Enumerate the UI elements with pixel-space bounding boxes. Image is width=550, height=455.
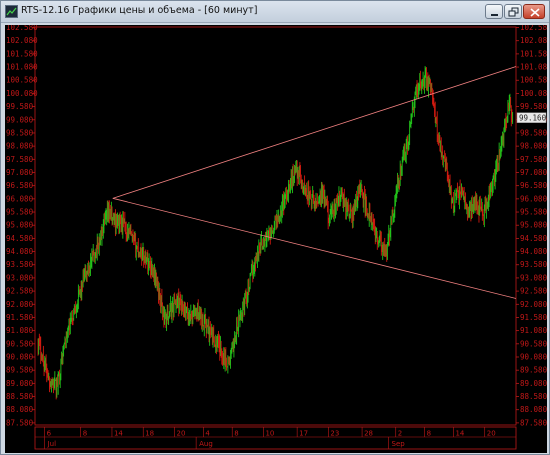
y-tick-label-right: 102.080 bbox=[520, 36, 547, 45]
x-axis-strip bbox=[34, 426, 517, 450]
y-tick-label-right: 94.580 bbox=[520, 234, 547, 243]
y-tick-label-left: 96.080 bbox=[6, 194, 34, 203]
y-tick-label-right: 98.080 bbox=[520, 142, 547, 151]
y-tick-label-right: 99.580 bbox=[520, 102, 547, 111]
y-tick-label-right: 88.580 bbox=[520, 392, 547, 401]
x-day-label: 20 bbox=[487, 430, 496, 438]
x-month-label: Sep bbox=[392, 440, 406, 448]
x-day-label: 4 bbox=[205, 430, 210, 438]
y-tick-label-right: 101.080 bbox=[520, 63, 547, 72]
y-tick-label-left: 87.580 bbox=[6, 418, 34, 427]
y-tick-label-left: 101.580 bbox=[6, 49, 38, 58]
minimize-button[interactable] bbox=[485, 4, 503, 19]
y-tick-label-right: 97.080 bbox=[520, 168, 547, 177]
y-tick-label-left: 99.080 bbox=[6, 115, 34, 124]
y-tick-label-left: 102.080 bbox=[6, 36, 38, 45]
y-tick-label-right: 98.580 bbox=[520, 128, 547, 137]
y-tick-label-left: 95.080 bbox=[6, 221, 34, 230]
y-tick-label-left: 92.080 bbox=[6, 300, 34, 309]
trend-line bbox=[112, 66, 517, 199]
y-tick-label-right: 90.580 bbox=[520, 339, 547, 348]
y-tick-label-right: 93.580 bbox=[520, 260, 547, 269]
x-month-label: Jul bbox=[47, 440, 57, 448]
y-tick-label-right: 96.580 bbox=[520, 181, 547, 190]
y-tick-label-left: 89.580 bbox=[6, 366, 34, 375]
y-tick-label-left: 98.580 bbox=[6, 128, 34, 137]
minimize-icon bbox=[491, 14, 498, 16]
x-day-label: 2 bbox=[398, 430, 402, 438]
x-day-label: 14 bbox=[455, 430, 464, 438]
y-tick-label-left: 99.580 bbox=[6, 102, 34, 111]
y-tick-label-left: 96.580 bbox=[6, 181, 34, 190]
y-tick-label-right: 90.080 bbox=[520, 352, 547, 361]
y-tick-label-left: 100.080 bbox=[6, 89, 38, 98]
y-tick-label-right: 91.580 bbox=[520, 313, 547, 322]
y-tick-label-left: 101.080 bbox=[6, 63, 38, 72]
y-tick-label-left: 89.080 bbox=[6, 379, 34, 388]
y-tick-label-right: 94.080 bbox=[520, 247, 547, 256]
chart-app-icon bbox=[5, 5, 18, 18]
close-button[interactable] bbox=[523, 4, 545, 19]
y-tick-label-right: 95.580 bbox=[520, 208, 547, 217]
x-day-label: 8 bbox=[234, 430, 238, 438]
y-tick-label-right: 95.080 bbox=[520, 221, 547, 230]
x-day-label: 17 bbox=[299, 430, 308, 438]
current-price-label: 99.160 bbox=[519, 114, 547, 123]
y-tick-label-right: 89.080 bbox=[520, 379, 547, 388]
close-icon bbox=[530, 8, 540, 17]
x-day-label: 28 bbox=[364, 430, 373, 438]
y-tick-label-right: 100.080 bbox=[520, 89, 547, 98]
y-tick-label-left: 97.080 bbox=[6, 168, 34, 177]
window-title: RTS-12.16 Графики цены и объема - [60 ми… bbox=[21, 5, 258, 16]
x-day-label: 10 bbox=[265, 430, 274, 438]
y-tick-label-right: 93.080 bbox=[520, 273, 547, 282]
y-tick-label-left: 94.080 bbox=[6, 247, 34, 256]
y-tick-label-right: 100.580 bbox=[520, 76, 547, 85]
y-tick-label-left: 98.080 bbox=[6, 142, 34, 151]
y-tick-label-right: 87.580 bbox=[520, 418, 547, 427]
price-chart[interactable]: 102.580 102.580 102.080 102.080 101.580 101.5… bbox=[5, 25, 547, 453]
x-day-label: 23 bbox=[330, 430, 339, 438]
y-tick-label-right: 101.580 bbox=[520, 49, 547, 58]
y-tick-label-left: 91.580 bbox=[6, 313, 34, 322]
y-tick-label-right: 92.580 bbox=[520, 287, 547, 296]
y-tick-label-left: 90.080 bbox=[6, 352, 34, 361]
y-tick-label-left: 88.580 bbox=[6, 392, 34, 401]
y-tick-label-left: 97.580 bbox=[6, 155, 34, 164]
y-tick-label-left: 100.580 bbox=[6, 76, 38, 85]
y-tick-label-right: 102.580 bbox=[520, 25, 547, 32]
y-tick-label-right: 97.580 bbox=[520, 155, 547, 164]
y-tick-label-left: 95.580 bbox=[6, 208, 34, 217]
y-tick-label-right: 88.080 bbox=[520, 405, 547, 414]
y-tick-label-right: 89.580 bbox=[520, 366, 547, 375]
x-month-label: Aug bbox=[199, 440, 213, 448]
x-day-label: 18 bbox=[145, 430, 154, 438]
x-day-label: 20 bbox=[176, 430, 185, 438]
y-tick-label-right: 92.080 bbox=[520, 300, 547, 309]
trend-line bbox=[112, 197, 517, 299]
chart-window: RTS-12.16 Графики цены и объема - [60 ми… bbox=[0, 0, 550, 455]
y-tick-label-left: 93.080 bbox=[6, 273, 34, 282]
restore-icon bbox=[508, 7, 519, 17]
y-tick-label-left: 88.080 bbox=[6, 405, 34, 414]
y-tick-label-left: 92.580 bbox=[6, 287, 34, 296]
y-tick-label-right: 96.080 bbox=[520, 194, 547, 203]
price-chart-area[interactable]: 102.580 102.580 102.080 102.080 101.580 101.5… bbox=[5, 25, 547, 453]
x-day-label: 14 bbox=[114, 430, 123, 438]
y-tick-label-right: 91.080 bbox=[520, 326, 547, 335]
y-tick-label-left: 102.580 bbox=[6, 25, 38, 32]
x-day-label: 8 bbox=[83, 430, 87, 438]
y-tick-label-left: 94.580 bbox=[6, 234, 34, 243]
x-day-label: 6 bbox=[47, 430, 52, 438]
x-day-label: 8 bbox=[427, 430, 431, 438]
plot-frame bbox=[34, 26, 517, 426]
restore-button[interactable] bbox=[504, 4, 522, 19]
y-tick-label-left: 90.580 bbox=[6, 339, 34, 348]
y-tick-label-left: 91.080 bbox=[6, 326, 34, 335]
title-bar[interactable]: RTS-12.16 Графики цены и объема - [60 ми… bbox=[1, 1, 549, 23]
y-tick-label-left: 93.580 bbox=[6, 260, 34, 269]
